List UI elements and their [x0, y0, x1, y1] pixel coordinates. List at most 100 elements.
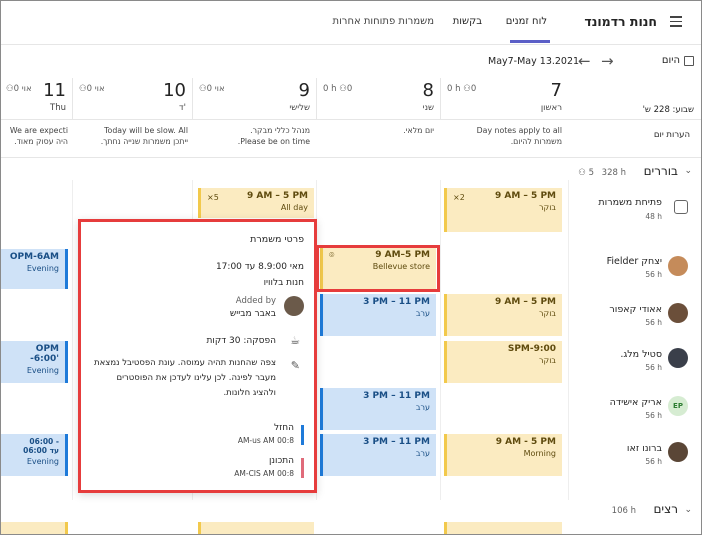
shift-time: 9 AM – 5 PM — [494, 297, 556, 307]
popup-location: חנות בלוויו — [263, 278, 304, 288]
activity-name: החזל — [274, 423, 294, 433]
day-number: 11 — [43, 80, 66, 101]
tab-open-shifts[interactable]: משמרות פתוחות אחרות — [333, 16, 435, 27]
shift-open-sun[interactable]: 9 AM – 5 PM בוקר ×2 — [444, 188, 562, 232]
shift-mlg-thu[interactable]: OPM -6:00' Evening — [0, 341, 68, 383]
shift-time: 06:00 - 06:00 עד — [23, 437, 59, 455]
toolbar: היום → ← May7-May 13.2021 — [0, 46, 702, 76]
avatar-initials[interactable]: EP — [668, 396, 688, 416]
group-count: ⚇ 5 — [578, 168, 594, 178]
shift-runners-thu[interactable] — [0, 522, 68, 535]
shift-label: Evening — [26, 457, 59, 466]
shift-label: בוקר — [539, 309, 556, 318]
day-number: 8 — [422, 80, 434, 101]
person-name[interactable]: אאודי קאפור — [609, 304, 662, 315]
shift-count: ×5 — [207, 193, 219, 202]
shift-time: 3 PM – 11 PM — [363, 391, 430, 401]
day-stats: 0 h ⚇0 — [447, 84, 477, 94]
shift-time: 3 PM – 11 PM — [363, 297, 430, 307]
day-stats: ⚇0 אוי — [79, 84, 105, 94]
shift-time: 3 PM – 11 PM — [363, 437, 430, 447]
open-shifts-label: פתיחת משמרות — [598, 197, 662, 208]
open-shifts-icon — [674, 200, 688, 214]
break-duration: הפסקה: 30 דקות — [206, 336, 276, 346]
calendar-icon — [684, 56, 694, 66]
popup-title: פרטי משמרת — [250, 234, 304, 245]
shift-runners-tue[interactable] — [198, 522, 314, 535]
shift-time: 9 AM – 5 PM — [246, 191, 308, 201]
day-header-sun[interactable]: 7 ראשון 0 h ⚇0 — [440, 78, 568, 120]
shift-time: 9 AM - 5 PM — [495, 437, 556, 447]
person-name[interactable]: סטיל מלג. — [620, 349, 662, 360]
day-note[interactable]: We are expecti היה עסוק מאוד. — [4, 126, 68, 147]
avatar[interactable] — [668, 442, 688, 462]
day-stats: ⚇0 אוי — [199, 84, 225, 94]
person-hours: 56 h — [645, 457, 662, 466]
activity-time: AM-CIS AM 00:8 — [234, 469, 294, 478]
day-header-thu[interactable]: 11 Thu ⚇0 אוי — [0, 78, 72, 120]
shift-label: בוקר — [539, 203, 556, 212]
selected-shift-highlight — [316, 245, 440, 292]
tab-active-indicator — [510, 40, 550, 43]
shift-open-tue[interactable]: 9 AM – 5 PM All day ×5 — [198, 188, 314, 218]
arrow-right-icon[interactable]: → — [601, 52, 614, 70]
shift-ishida-mon[interactable]: 3 PM – 11 PM ערב — [320, 388, 436, 430]
top-bar: חנות רדמונד לוח זמנים בקשות משמרות פתוחו… — [0, 0, 702, 45]
day-note[interactable]: יום מלאי. — [320, 126, 434, 137]
day-header-mon[interactable]: 8 שני 0 h ⚇0 — [316, 78, 440, 120]
avatar[interactable] — [668, 256, 688, 276]
shift-runners-sun[interactable] — [444, 522, 562, 535]
activity-time: AM-us AM 00:8 — [237, 436, 294, 445]
day-header-wed[interactable]: 10 ד' ⚇0 אוי — [72, 78, 192, 120]
group-name: רצים — [653, 502, 678, 516]
avatar[interactable] — [668, 348, 688, 368]
tab-requests[interactable]: בקשות — [453, 16, 482, 27]
day-header-tue[interactable]: 9 שלישי ⚇0 אוי — [192, 78, 316, 120]
arrow-left-icon[interactable]: ← — [578, 52, 591, 70]
shift-time: 9 AM – 5 PM — [494, 191, 556, 201]
today-button[interactable]: היום — [662, 55, 680, 66]
week-total: שבוע: 228 ש' — [642, 105, 694, 115]
shift-zao-thu[interactable]: 06:00 - 06:00 עד Evening — [0, 434, 68, 476]
person-name[interactable]: ברונו זאו — [627, 443, 662, 454]
column-divider — [568, 180, 569, 500]
shift-zao-mon[interactable]: 3 PM – 11 PM ערב — [320, 434, 436, 476]
person-hours: 56 h — [645, 363, 662, 372]
collapse-chevron-icon[interactable]: ⌄ — [684, 166, 692, 176]
day-note[interactable]: Today will be slow. All ייתכן משמרות שני… — [76, 126, 188, 147]
activity-name: התכונן — [268, 456, 294, 466]
person-hours: 56 h — [645, 411, 662, 420]
collapse-chevron-icon[interactable]: ⌄ — [684, 505, 692, 515]
day-number: 10 — [163, 80, 186, 101]
day-name: שני — [422, 103, 434, 113]
group-hours: 106 h — [611, 506, 636, 516]
coffee-icon: ☕ — [290, 334, 300, 347]
shift-label: ערב — [415, 309, 430, 318]
day-notes-label: הערות יום — [653, 130, 690, 140]
day-note[interactable]: Day notes apply to all משמרות להיום. — [444, 126, 562, 147]
person-name[interactable]: אריק אישידה — [610, 397, 662, 408]
shift-details-popup: פרטי משמרת מאי 8.9:00 עד 17:00 חנות בלוו… — [78, 219, 317, 493]
date-range[interactable]: May7-May 13.2021 — [488, 56, 579, 67]
group-name: בוררים — [643, 164, 678, 178]
shift-count: ×2 — [453, 193, 465, 202]
tab-schedule[interactable]: לוח זמנים — [506, 16, 547, 27]
shift-fielder-thu[interactable]: OPM-6AM Evening — [0, 249, 68, 289]
day-note[interactable]: מנהל כללי מבקר. Please be on time. — [196, 126, 310, 147]
activity-color-bar — [301, 425, 304, 445]
group-hours: 328 h — [601, 168, 626, 178]
shift-kapoor-mon[interactable]: 3 PM – 11 PM ערב — [320, 294, 436, 336]
shift-kapoor-sun[interactable]: 9 AM – 5 PM בוקר — [444, 294, 562, 336]
shift-zao-sun[interactable]: 9 AM - 5 PM Morning — [444, 434, 562, 476]
day-number: 7 — [550, 80, 562, 101]
shift-label: ערב — [415, 403, 430, 412]
shift-label: Evening — [26, 264, 59, 273]
menu-icon[interactable] — [670, 16, 682, 30]
person-name[interactable]: יצחק Fielder — [607, 256, 662, 267]
avatar[interactable] — [668, 303, 688, 323]
shift-mlg-sun[interactable]: SPM-9:00 בוקר — [444, 341, 562, 383]
shift-note: צפה שהחנות תהיה עמוסה. עונת הפסטיבל נמצא… — [94, 358, 276, 398]
day-name: Thu — [50, 103, 66, 113]
day-stats: ⚇0 אוי — [6, 84, 32, 94]
avatar — [284, 296, 304, 316]
